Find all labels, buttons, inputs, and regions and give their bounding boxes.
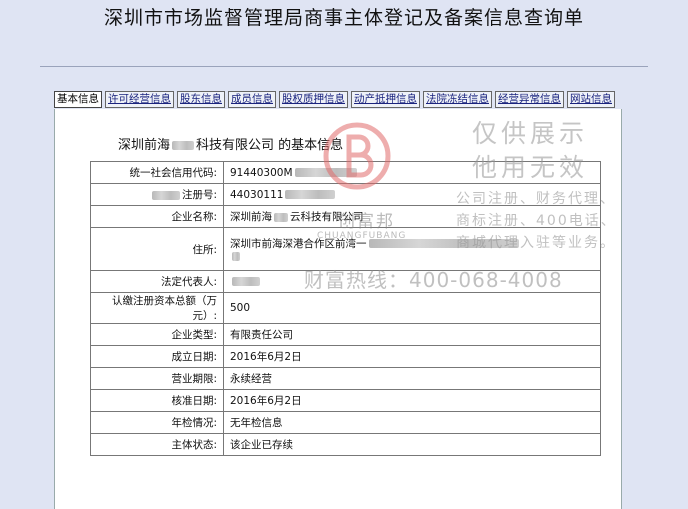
table-row: 企业类型: 有限责任公司 bbox=[90, 323, 601, 346]
approved-date-value: 2016年6月2日 bbox=[223, 389, 601, 412]
tab-shareholder-info[interactable]: 股东信息 bbox=[177, 91, 225, 108]
watermark-brand: 创富邦 bbox=[338, 212, 395, 232]
tab-abnormal-operation-info[interactable]: 经营异常信息 bbox=[495, 91, 564, 108]
company-type-value: 有限责任公司 bbox=[223, 323, 601, 346]
watermark-line-4: 商标注册、400电话、 bbox=[456, 213, 617, 229]
address-label: 住所: bbox=[90, 227, 224, 271]
title-divider bbox=[40, 66, 648, 67]
redacted-mark bbox=[232, 252, 240, 261]
redacted-mark bbox=[232, 277, 260, 286]
credit-code-text: 91440300M bbox=[230, 166, 293, 179]
legal-rep-label: 法定代表人: bbox=[90, 270, 224, 293]
redacted-mark bbox=[285, 190, 336, 199]
tab-chattel-mortgage-info[interactable]: 动产抵押信息 bbox=[351, 91, 420, 108]
watermark-line-1: 仅供展示 bbox=[472, 119, 589, 148]
entity-status-value: 该企业已存续 bbox=[223, 433, 601, 456]
section-title-middle: 科技有限公司 bbox=[196, 138, 275, 153]
chuangfubang-logo-icon bbox=[323, 122, 391, 190]
tab-website-info[interactable]: 网站信息 bbox=[567, 91, 615, 108]
company-name-label: 企业名称: bbox=[90, 205, 224, 228]
founded-date-value: 2016年6月2日 bbox=[223, 345, 601, 368]
tab-court-freeze-info[interactable]: 法院冻结信息 bbox=[423, 91, 492, 108]
company-type-label: 企业类型: bbox=[90, 323, 224, 346]
tab-bar: 基本信息 许可经营信息 股东信息 成员信息 股权质押信息 动产抵押信息 法院冻结… bbox=[54, 91, 615, 108]
redacted-mark bbox=[172, 141, 195, 150]
section-title-prefix: 深圳前海 bbox=[118, 138, 171, 153]
table-row: 核准日期: 2016年6月2日 bbox=[90, 389, 601, 412]
approved-date-label: 核准日期: bbox=[90, 389, 224, 412]
tab-license-info[interactable]: 许可经营信息 bbox=[105, 91, 174, 108]
company-name-prefix: 深圳前海 bbox=[230, 211, 272, 223]
business-term-label: 营业期限: bbox=[90, 367, 224, 390]
capital-value: 500 bbox=[223, 292, 601, 324]
table-row: 营业期限: 永续经营 bbox=[90, 367, 601, 390]
watermark-line-3: 公司注册、财务代理、 bbox=[456, 191, 616, 207]
table-row: 主体状态: 该企业已存续 bbox=[90, 433, 601, 456]
tab-basic-info[interactable]: 基本信息 bbox=[54, 91, 102, 108]
reg-no-label-text: 注册号: bbox=[181, 189, 217, 201]
table-row: 成立日期: 2016年6月2日 bbox=[90, 345, 601, 368]
watermark-line-2: 他用无效 bbox=[472, 153, 589, 182]
watermark-line-5: 商城代理入驻等业务。 bbox=[456, 235, 616, 251]
tab-member-info[interactable]: 成员信息 bbox=[228, 91, 276, 108]
redacted-mark bbox=[151, 190, 180, 200]
entity-status-label: 主体状态: bbox=[90, 433, 224, 456]
table-row: 年检情况: 无年检信息 bbox=[90, 411, 601, 434]
tab-equity-pledge-info[interactable]: 股权质押信息 bbox=[279, 91, 348, 108]
table-row: 认缴注册资本总额（万元）: 500 bbox=[90, 292, 601, 324]
business-term-value: 永续经营 bbox=[223, 367, 601, 390]
section-title: 深圳前海 科技有限公司 的基本信息 bbox=[118, 134, 343, 153]
watermark-pinyin: CHUANGFUBANG bbox=[317, 231, 407, 241]
capital-label: 认缴注册资本总额（万元）: bbox=[90, 292, 224, 324]
credit-code-label: 统一社会信用代码: bbox=[90, 161, 224, 184]
watermark-hotline: 财富热线：400-068-4008 bbox=[304, 268, 563, 292]
annual-inspection-label: 年检情况: bbox=[90, 411, 224, 434]
founded-date-label: 成立日期: bbox=[90, 345, 224, 368]
redacted-mark bbox=[274, 212, 288, 222]
reg-no-text: 44030111 bbox=[230, 188, 284, 201]
page-title: 深圳市市场监督管理局商事主体登记及备案信息查询单 bbox=[103, 7, 584, 29]
reg-no-label: 注册号: bbox=[90, 183, 224, 206]
annual-inspection-value: 无年检信息 bbox=[223, 411, 601, 434]
